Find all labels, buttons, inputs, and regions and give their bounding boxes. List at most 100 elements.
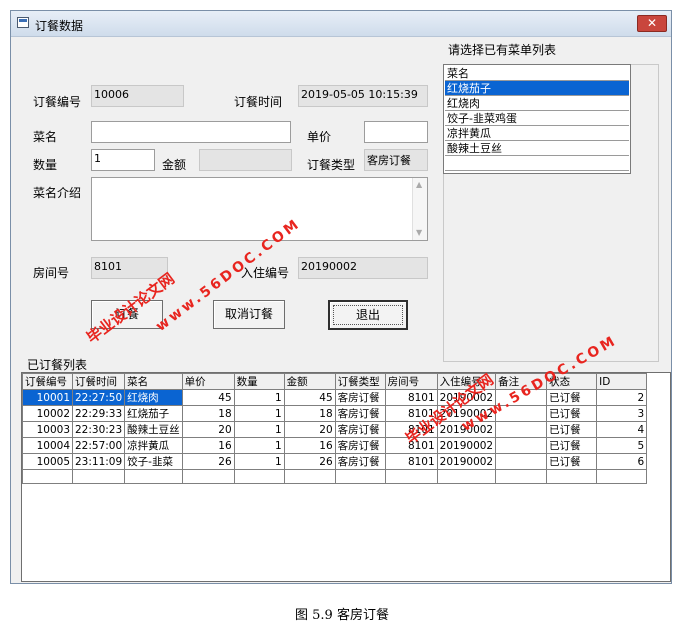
column-header[interactable]: ID xyxy=(596,373,648,390)
dish-name-input[interactable] xyxy=(91,121,291,143)
table-cell[interactable]: 1 xyxy=(233,405,285,422)
scroll-up-icon[interactable]: ▲ xyxy=(416,181,424,189)
dish-intro-textarea[interactable]: ▲ ▼ xyxy=(91,177,428,241)
table-cell[interactable]: 已订餐 xyxy=(546,405,598,422)
table-cell[interactable] xyxy=(495,437,548,454)
table-row[interactable]: 10001 22:27:50 红烧肉 45 1 45 客房订餐 8101 20190002 已订餐… xyxy=(22,389,648,406)
table-cell[interactable]: 20 xyxy=(283,421,336,438)
table-cell[interactable]: 3 xyxy=(596,405,648,422)
order-window: 订餐数据 ✕ 订餐编号 10006 订餐时间 2019-05-05 10:15:… xyxy=(10,10,672,584)
table-cell[interactable]: 客房订餐 xyxy=(334,421,386,438)
table-cell[interactable]: 22:57:00 xyxy=(71,437,126,454)
table-cell[interactable]: 2 xyxy=(596,389,648,406)
table-cell[interactable]: 红烧肉 xyxy=(124,389,183,406)
table-cell[interactable]: 饺子-韭菜 xyxy=(124,453,183,470)
table-cell[interactable]: 6 xyxy=(596,453,648,470)
table-cell[interactable]: 10004 xyxy=(22,437,73,454)
amount-field xyxy=(199,149,292,171)
table-cell[interactable]: 26 xyxy=(181,453,235,470)
table-cell[interactable]: 10005 xyxy=(22,453,73,470)
column-header[interactable]: 单价 xyxy=(181,373,235,390)
dish-label: 菜名 xyxy=(33,130,58,144)
menu-list-item[interactable]: 红烧茄子 xyxy=(445,81,629,96)
menu-list-item[interactable]: 红烧肉 xyxy=(445,96,629,111)
app-icon xyxy=(17,17,29,28)
table-cell[interactable]: 已订餐 xyxy=(546,421,598,438)
table-cell[interactable]: 45 xyxy=(283,389,336,406)
table-cell[interactable]: 5 xyxy=(596,437,648,454)
table-cell[interactable]: 1 xyxy=(233,421,285,438)
table-cell[interactable]: 23:11:09 xyxy=(71,453,126,470)
menu-list[interactable]: 菜名 红烧茄子 红烧肉 饺子-韭菜鸡蛋 凉拌黄瓜 酸辣土豆丝 xyxy=(443,64,631,174)
table-cell[interactable]: 1 xyxy=(233,453,285,470)
table-cell[interactable]: 客房订餐 xyxy=(334,405,386,422)
table-cell[interactable]: 18 xyxy=(283,405,336,422)
amount-label: 金额 xyxy=(162,158,187,172)
table-cell[interactable]: 20 xyxy=(181,421,235,438)
orders-table: 订餐编号 订餐时间 菜名 单价 数量 金额 订餐类型 房间号 入住编号 备注 状态 ID 10001 2… xyxy=(22,373,648,484)
column-header[interactable]: 订餐类型 xyxy=(334,373,386,390)
price-input[interactable] xyxy=(364,121,428,143)
table-cell[interactable]: 客房订餐 xyxy=(334,453,386,470)
column-header[interactable]: 菜名 xyxy=(124,373,183,390)
table-cell xyxy=(596,469,648,484)
table-cell[interactable]: 16 xyxy=(181,437,235,454)
table-cell[interactable]: 已订餐 xyxy=(546,453,598,470)
qty-label: 数量 xyxy=(33,158,58,172)
table-cell[interactable]: 凉拌黄瓜 xyxy=(124,437,183,454)
table-cell[interactable]: 4 xyxy=(596,421,648,438)
table-cell[interactable]: 10003 xyxy=(22,421,73,438)
menu-list-heading: 请选择已有菜单列表 xyxy=(448,43,557,57)
order-no-field: 10006 xyxy=(91,85,184,107)
table-cell[interactable]: 26 xyxy=(283,453,336,470)
table-cell[interactable]: 22:27:50 xyxy=(71,389,126,406)
table-cell xyxy=(181,469,235,484)
table-row[interactable]: 10002 22:29:33 红烧茄子 18 1 18 客房订餐 8101 20190002 已订… xyxy=(22,405,648,422)
table-cell[interactable]: 22:30:23 xyxy=(71,421,126,438)
column-header[interactable]: 数量 xyxy=(233,373,285,390)
menu-list-item[interactable]: 凉拌黄瓜 xyxy=(445,126,629,141)
scroll-down-icon[interactable]: ▼ xyxy=(416,229,424,237)
window-title: 订餐数据 xyxy=(35,19,84,33)
table-cell[interactable] xyxy=(495,453,548,470)
table-cell[interactable]: 8101 xyxy=(384,389,438,406)
table-cell[interactable]: 20190002 xyxy=(436,437,497,454)
column-header[interactable]: 金额 xyxy=(283,373,336,390)
title-bar[interactable]: 订餐数据 ✕ xyxy=(11,11,671,37)
column-header[interactable]: 房间号 xyxy=(384,373,438,390)
table-cell[interactable]: 客房订餐 xyxy=(334,389,386,406)
table-cell[interactable]: 已订餐 xyxy=(546,389,598,406)
table-cell[interactable] xyxy=(495,421,548,438)
table-cell[interactable]: 1 xyxy=(233,437,285,454)
table-cell[interactable]: 红烧茄子 xyxy=(124,405,183,422)
table-cell[interactable]: 1 xyxy=(233,389,285,406)
table-cell[interactable]: 20190002 xyxy=(436,453,497,470)
table-row[interactable]: 10003 22:30:23 酸辣土豆丝 20 1 20 客房订餐 8101 20190002 已… xyxy=(22,421,648,438)
column-header[interactable]: 订餐时间 xyxy=(71,373,126,390)
orders-heading: 已订餐列表 xyxy=(27,358,88,372)
menu-list-item[interactable]: 酸辣土豆丝 xyxy=(445,141,629,156)
cancel-order-button[interactable]: 取消订餐 xyxy=(213,300,285,329)
room-label: 房间号 xyxy=(33,266,70,280)
table-row[interactable]: 10004 22:57:00 凉拌黄瓜 16 1 16 客房订餐 8101 20190002 已订… xyxy=(22,437,648,454)
table-row[interactable]: 10005 23:11:09 饺子-韭菜 26 1 26 客房订餐 8101 20190002 已… xyxy=(22,453,648,470)
order-type-field: 客房订餐 xyxy=(364,149,428,171)
orders-grid[interactable]: 订餐编号 订餐时间 菜名 单价 数量 金额 订餐类型 房间号 入住编号 备注 状态 ID 10001 2… xyxy=(21,372,671,582)
table-cell[interactable]: 8101 xyxy=(384,453,438,470)
quantity-input[interactable]: 1 xyxy=(91,149,155,171)
table-cell[interactable]: 酸辣土豆丝 xyxy=(124,421,183,438)
column-header[interactable]: 订餐编号 xyxy=(22,373,73,390)
table-cell[interactable]: 16 xyxy=(283,437,336,454)
table-cell[interactable]: 45 xyxy=(181,389,235,406)
focus-rect xyxy=(333,305,403,325)
menu-list-item[interactable]: 饺子-韭菜鸡蛋 xyxy=(445,111,629,126)
close-button[interactable]: ✕ xyxy=(637,15,667,32)
table-cell[interactable]: 客房订餐 xyxy=(334,437,386,454)
intro-scrollbar[interactable]: ▲ ▼ xyxy=(412,178,427,240)
table-cell[interactable]: 18 xyxy=(181,405,235,422)
exit-button[interactable]: 退出 xyxy=(328,300,408,330)
table-cell[interactable]: 10001 xyxy=(22,389,73,406)
table-cell[interactable]: 已订餐 xyxy=(546,437,598,454)
table-cell[interactable]: 22:29:33 xyxy=(71,405,126,422)
table-cell[interactable]: 10002 xyxy=(22,405,73,422)
